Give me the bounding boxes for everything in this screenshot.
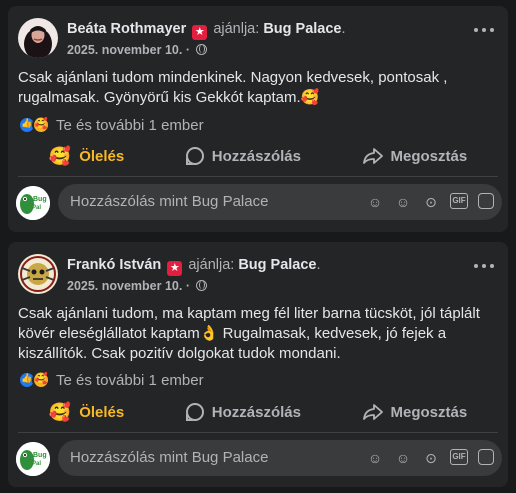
care-reaction-icon [32, 116, 50, 134]
svg-text:Pal: Pal [32, 461, 41, 467]
svg-text:Bug: Bug [33, 196, 47, 203]
reactions-text: Te és további 1 ember [56, 116, 204, 134]
post-meta: 2025. november 10. · [67, 279, 208, 293]
recommend-icon: ★ [192, 25, 208, 40]
comment-composer: Bug Pal Hozzászólás mint Bug Palace ☺ ☺ … [16, 184, 502, 224]
post-date[interactable]: 2025. november 10. · [67, 279, 190, 293]
comment-button[interactable]: Hozzászólás [185, 147, 301, 165]
recommend-icon: ★ [167, 261, 183, 276]
avatar-sticker-icon[interactable]: ☺ [366, 193, 384, 211]
action-bar: 🥰 Ölelés Hozzászólás Megosztás [18, 139, 498, 173]
care-button[interactable]: 🥰 Ölelés [49, 146, 124, 167]
reactions-summary[interactable]: Te és további 1 ember [18, 115, 204, 135]
emoji-icon[interactable]: ☺ [394, 193, 412, 211]
post-text: Csak ajánlani tudom mindenkinek. Nagyon … [18, 69, 448, 106]
reactions-summary[interactable]: Te és további 1 ember [18, 370, 204, 390]
care-label: Ölelés [79, 403, 125, 421]
post-meta: 2025. november 10. · [67, 43, 208, 57]
care-button[interactable]: 🥰 Ölelés [49, 402, 124, 423]
gif-icon[interactable]: GIF [450, 449, 468, 465]
care-label: Ölelés [79, 147, 125, 165]
sticker-icon[interactable] [478, 449, 494, 465]
share-label: Megosztás [390, 147, 468, 165]
gif-icon[interactable]: GIF [450, 193, 468, 209]
composer-icons: ☺ ☺ ⊙ GIF [366, 193, 494, 211]
share-icon [362, 404, 383, 420]
page-name[interactable]: Bug Palace [263, 21, 341, 37]
comment-label: Hozzászólás [211, 403, 301, 421]
reactions-text: Te és további 1 ember [56, 371, 204, 389]
recommends-label: ajánlja: [213, 21, 260, 37]
more-options-icon[interactable] [474, 264, 494, 270]
comment-placeholder: Hozzászólás mint Bug Palace [70, 193, 269, 210]
emoji-icon[interactable]: ☺ [394, 449, 412, 467]
divider [18, 176, 498, 177]
share-icon [362, 148, 383, 164]
page-name[interactable]: Bug Palace [238, 257, 316, 273]
avatar-sticker-icon[interactable]: ☺ [366, 449, 384, 467]
commenter-avatar[interactable]: Bug Pal [16, 186, 50, 220]
sticker-icon[interactable] [478, 193, 494, 209]
author-line: Frankó István ★ ajánlja: Bug Palace. [67, 257, 321, 276]
composer-icons: ☺ ☺ ⊙ GIF [366, 449, 494, 467]
comment-button[interactable]: Hozzászólás [185, 403, 301, 421]
post-text: Csak ajánlani tudom, ma kaptam meg fél l… [18, 305, 480, 362]
comment-icon [185, 147, 204, 165]
share-label: Megosztás [390, 403, 468, 421]
period: . [316, 257, 321, 273]
post-date[interactable]: 2025. november 10. · [67, 43, 190, 57]
more-options-icon[interactable] [474, 28, 494, 34]
camera-icon[interactable]: ⊙ [422, 449, 440, 467]
author-name[interactable]: Frankó István [67, 257, 161, 273]
share-button[interactable]: Megosztás [362, 147, 468, 165]
comment-composer: Bug Pal Hozzászólás mint Bug Palace ☺ ☺ … [16, 440, 502, 480]
commenter-avatar[interactable]: Bug Pal [16, 442, 50, 476]
post-card: Frankó István ★ ajánlja: Bug Palace. 202… [8, 242, 508, 487]
svg-text:Bug: Bug [33, 452, 47, 459]
camera-icon[interactable]: ⊙ [422, 193, 440, 211]
comment-label: Hozzászólás [211, 147, 301, 165]
globe-icon [196, 44, 208, 55]
author-avatar[interactable] [18, 254, 58, 294]
action-bar: 🥰 Ölelés Hozzászólás Megosztás [18, 395, 498, 429]
comment-placeholder: Hozzászólás mint Bug Palace [70, 449, 269, 466]
comment-input[interactable]: Hozzászólás mint Bug Palace ☺ ☺ ⊙ GIF [58, 184, 502, 220]
author-name[interactable]: Beáta Rothmayer [67, 21, 186, 37]
care-icon: 🥰 [48, 145, 72, 166]
comment-input[interactable]: Hozzászólás mint Bug Palace ☺ ☺ ⊙ GIF [58, 440, 502, 476]
author-avatar[interactable] [18, 18, 58, 58]
author-line: Beáta Rothmayer ★ ajánlja: Bug Palace. [67, 21, 346, 40]
comment-icon [185, 403, 204, 421]
share-button[interactable]: Megosztás [362, 403, 468, 421]
divider [18, 432, 498, 433]
care-icon: 🥰 [48, 401, 72, 422]
post-card: Beáta Rothmayer ★ ajánlja: Bug Palace. 2… [8, 6, 508, 232]
recommends-label: ajánlja: [188, 257, 235, 273]
care-reaction-icon [32, 371, 50, 389]
period: . [341, 21, 346, 37]
globe-icon [196, 280, 208, 291]
svg-text:Pal: Pal [32, 205, 41, 211]
